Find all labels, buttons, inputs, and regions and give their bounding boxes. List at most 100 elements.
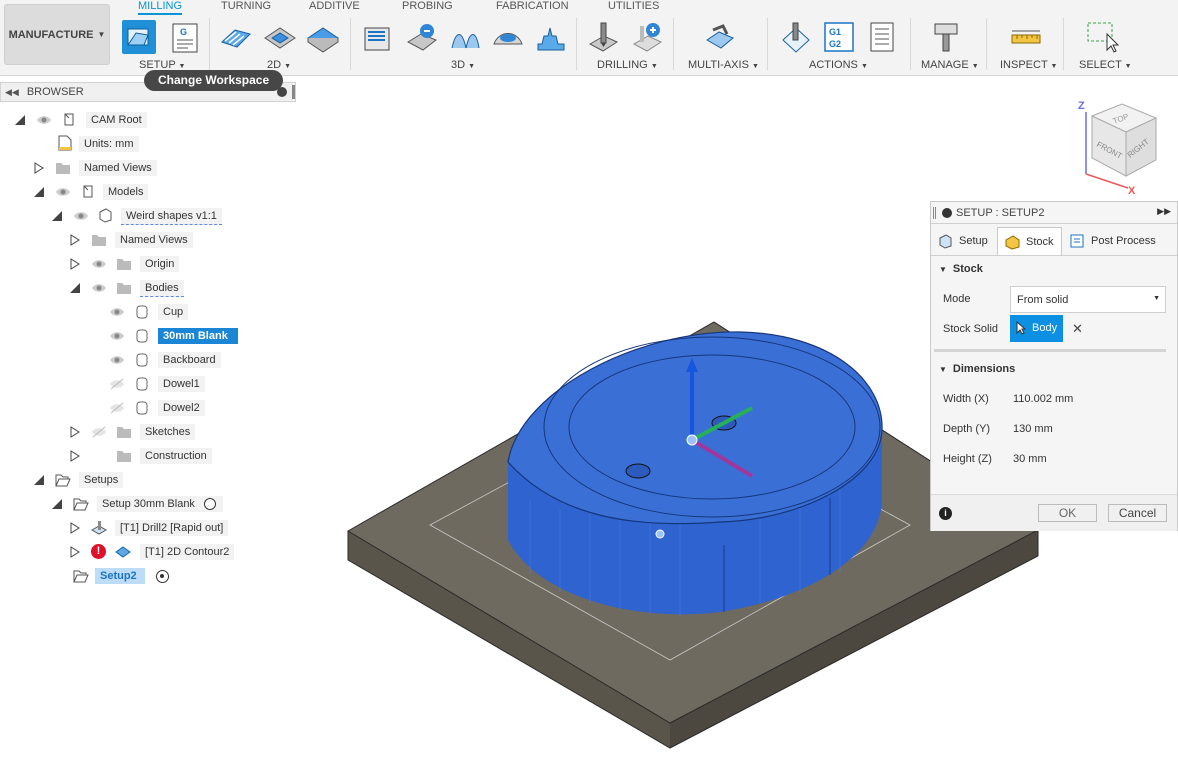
- tab-fabrication[interactable]: FABRICATION: [496, 0, 569, 12]
- 2d-adaptive-icon[interactable]: [219, 20, 253, 54]
- tab-probing[interactable]: PROBING: [402, 0, 453, 12]
- drilling-group-label[interactable]: DRILLING ▼: [597, 59, 658, 71]
- eye-icon[interactable]: [55, 186, 71, 198]
- eye-icon[interactable]: [91, 258, 107, 270]
- tree-item-setup2[interactable]: Setup2: [95, 566, 145, 586]
- tree-item-sketches[interactable]: Sketches: [140, 422, 196, 442]
- ok-button[interactable]: OK: [1038, 504, 1097, 522]
- hole-recognition-icon[interactable]: [630, 20, 664, 54]
- window-select-icon[interactable]: [1085, 20, 1120, 54]
- stock-solid-body-button[interactable]: Body: [1010, 315, 1063, 342]
- clear-selection-icon[interactable]: ✕: [1072, 321, 1083, 337]
- tree-item-model-named-views[interactable]: Named Views: [115, 230, 193, 250]
- tree-item-named-views[interactable]: Named Views: [79, 158, 157, 178]
- expand-triangle-icon[interactable]: [69, 450, 81, 462]
- eye-icon[interactable]: [109, 330, 125, 342]
- post-process-icon[interactable]: G1 G2: [822, 20, 856, 54]
- tree-item-backboard[interactable]: Backboard: [158, 350, 221, 370]
- tab-post-process[interactable]: Post Process: [1069, 227, 1156, 255]
- eye-hidden-icon[interactable]: [109, 402, 125, 414]
- expand-triangle-icon[interactable]: [69, 282, 81, 294]
- drill-icon[interactable]: [586, 20, 620, 54]
- setup-inactive-radio-icon[interactable]: [204, 498, 216, 510]
- expand-triangle-icon[interactable]: [51, 210, 63, 222]
- expand-right-icon[interactable]: ▶▶: [1157, 206, 1171, 217]
- nc-program-icon[interactable]: G: [168, 20, 202, 54]
- tool-library-icon[interactable]: [929, 20, 963, 54]
- inspect-group-label[interactable]: INSPECT ▼: [1000, 59, 1057, 71]
- tree-item-30mm-blank[interactable]: 30mm Blank: [158, 326, 238, 346]
- setup-sheet-icon[interactable]: [865, 20, 899, 54]
- expand-triangle-icon[interactable]: [51, 498, 63, 510]
- eye-icon[interactable]: [109, 354, 125, 366]
- multi-axis-group-label[interactable]: MULTI-AXIS ▼: [688, 59, 759, 71]
- actions-group-label[interactable]: ACTIONS ▼: [809, 59, 868, 71]
- expand-triangle-icon[interactable]: [69, 258, 81, 270]
- 3d-pocket-icon[interactable]: [405, 20, 439, 54]
- expand-triangle-icon[interactable]: [14, 114, 26, 126]
- tree-item-construction[interactable]: Construction: [140, 446, 212, 466]
- 2d-face-icon[interactable]: [306, 20, 340, 54]
- 3d-scallop-icon[interactable]: [534, 20, 568, 54]
- expand-triangle-icon[interactable]: [69, 522, 81, 534]
- tree-item-drill-op[interactable]: [T1] Drill2 [Rapid out]: [115, 518, 229, 538]
- select-group-label[interactable]: SELECT ▼: [1079, 59, 1132, 71]
- 3d-adaptive-icon[interactable]: [361, 20, 395, 54]
- collapse-icon[interactable]: [942, 207, 952, 218]
- multi-axis-group-text: MULTI-AXIS: [688, 59, 749, 71]
- setup-dialog-header[interactable]: SETUP : SETUP2 ▶▶: [931, 202, 1177, 224]
- tree-item-models[interactable]: Models: [103, 182, 149, 202]
- tab-turning[interactable]: TURNING: [221, 0, 271, 12]
- info-icon[interactable]: i: [939, 507, 952, 520]
- workspace-dropdown[interactable]: MANUFACTURE ▼: [4, 4, 110, 65]
- expand-triangle-icon[interactable]: [69, 546, 81, 558]
- tree-item-bodies[interactable]: Bodies: [140, 278, 184, 298]
- dimensions-section-header[interactable]: ▼ Dimensions: [939, 363, 1015, 375]
- 3d-contour-icon[interactable]: [491, 20, 525, 54]
- tab-additive[interactable]: ADDITIVE: [309, 0, 360, 12]
- stock-section-header[interactable]: ▼ Stock: [939, 263, 983, 275]
- 2d-pocket-icon[interactable]: [263, 20, 297, 54]
- eye-icon[interactable]: [36, 114, 52, 126]
- measure-icon[interactable]: [1009, 20, 1043, 54]
- new-setup-icon[interactable]: [122, 20, 156, 54]
- simulate-icon[interactable]: [779, 20, 813, 54]
- expand-triangle-icon[interactable]: [69, 234, 81, 246]
- expand-triangle-icon[interactable]: [33, 186, 45, 198]
- tab-stock[interactable]: Stock: [997, 227, 1062, 255]
- collapse-left-icon[interactable]: ◀◀: [5, 87, 19, 98]
- multi-axis-icon[interactable]: [703, 20, 737, 54]
- tree-item-weird-shapes[interactable]: Weird shapes v1:1: [121, 206, 222, 226]
- cancel-button[interactable]: Cancel: [1108, 504, 1167, 522]
- manage-group-label[interactable]: MANAGE ▼: [921, 59, 979, 71]
- setup-active-radio-icon[interactable]: [156, 570, 169, 583]
- expand-triangle-icon[interactable]: [33, 162, 45, 174]
- 3d-parallel-icon[interactable]: [448, 20, 482, 54]
- tree-item-setups[interactable]: Setups: [79, 470, 124, 490]
- manage-group-text: MANAGE: [921, 59, 969, 71]
- tree-item-origin[interactable]: Origin: [140, 254, 180, 274]
- tree-item-2d-contour-op[interactable]: [T1] 2D Contour2: [140, 542, 235, 562]
- tab-milling[interactable]: MILLING: [138, 0, 183, 15]
- 3d-group-label[interactable]: 3D ▼: [451, 59, 475, 71]
- eye-hidden-icon[interactable]: [91, 426, 107, 438]
- error-icon[interactable]: !: [91, 544, 106, 559]
- eye-icon[interactable]: [91, 282, 107, 294]
- expand-triangle-icon[interactable]: [33, 474, 45, 486]
- tree-item-label: Bodies: [140, 279, 184, 297]
- tree-item-cup[interactable]: Cup: [158, 302, 189, 322]
- viewcube[interactable]: TOP FRONT RIGHT Z X: [1072, 96, 1172, 197]
- drag-handle-icon[interactable]: [933, 206, 936, 219]
- eye-hidden-icon[interactable]: [109, 378, 125, 390]
- eye-icon[interactable]: [73, 210, 89, 222]
- tree-item-dowel1[interactable]: Dowel1: [158, 374, 205, 394]
- expand-triangle-icon[interactable]: [69, 426, 81, 438]
- tab-utilities[interactable]: UTILITIES: [608, 0, 659, 12]
- tab-setup[interactable]: Setup: [937, 227, 988, 255]
- mode-select[interactable]: From solid ▼: [1010, 286, 1166, 313]
- tree-item-dowel2[interactable]: Dowel2: [158, 398, 205, 418]
- tree-item-units[interactable]: Units: mm: [79, 134, 139, 154]
- tree-item-cam-root[interactable]: CAM Root: [86, 110, 147, 130]
- eye-icon[interactable]: [109, 306, 125, 318]
- browser-pin-icon[interactable]: [292, 85, 295, 99]
